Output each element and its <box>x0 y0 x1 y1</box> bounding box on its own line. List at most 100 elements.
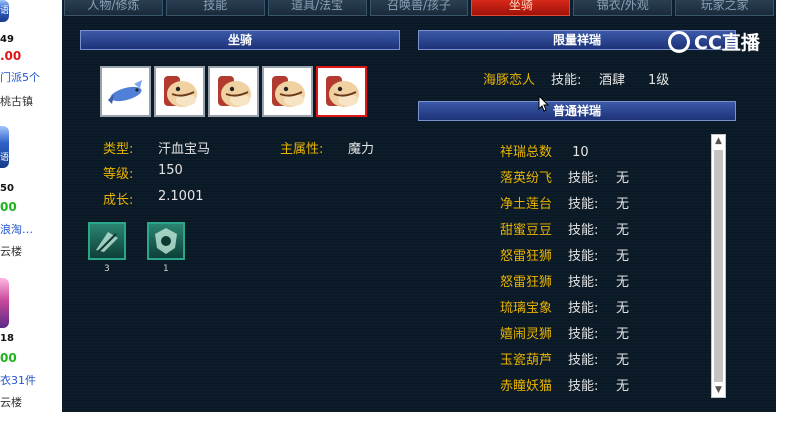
growth-label: 成长: <box>103 193 134 208</box>
item-name: 玉瓷葫芦 <box>500 353 553 368</box>
item-name: 怒雷狂狮 <box>500 275 553 290</box>
growth-value: 2.1001 <box>158 189 204 204</box>
limited-skill-level: 1级 <box>648 73 670 88</box>
item-skill-label: 技能: <box>568 301 599 316</box>
strip-link[interactable]: 门派5个 <box>0 69 40 85</box>
cc-logo-icon <box>668 30 690 53</box>
total-value: 10 <box>572 145 589 160</box>
item-skill-value: 无 <box>616 249 630 264</box>
level-value: 150 <box>158 163 183 178</box>
avatar[interactable] <box>0 278 9 328</box>
list-scrollbar[interactable]: ▲ ▼ <box>711 134 726 398</box>
item-skill-value: 无 <box>616 353 630 368</box>
item-skill-value: 无 <box>616 301 630 316</box>
mount-slots <box>100 66 367 117</box>
left-side-strip: 语 49 .00 门派5个 桃古镇 语 50 00 浪淘… 云楼 18 00 衣… <box>0 0 42 432</box>
avatar-face-label: 语 <box>0 6 10 16</box>
mount-slot-horse[interactable] <box>262 66 313 117</box>
strip-level: 50 <box>0 183 14 194</box>
list-item[interactable]: 怒雷狂狮 技能: 无 <box>500 245 629 264</box>
strip-link[interactable]: 衣31件 <box>0 372 36 388</box>
scroll-down-icon[interactable]: ▼ <box>712 384 725 397</box>
item-skill-label: 技能: <box>568 353 599 368</box>
fish-mount-icon <box>108 80 142 104</box>
item-name: 琉璃宝象 <box>500 301 553 316</box>
type-label: 类型: <box>103 142 134 157</box>
item-skill-value: 无 <box>616 171 630 186</box>
tab-items[interactable]: 道具/法宝 <box>267 0 367 16</box>
tab-character[interactable]: 人物/修炼 <box>64 0 163 16</box>
tab-summons[interactable]: 召唤兽/孩子 <box>369 0 469 16</box>
normal-section-header: 普通祥瑞 <box>418 101 736 121</box>
mount-slot-horse[interactable] <box>208 66 259 117</box>
horse-mount-icon <box>164 76 197 107</box>
type-value: 汗血宝马 <box>158 142 211 157</box>
item-skill-label: 技能: <box>568 197 599 212</box>
item-skill-label: 技能: <box>568 275 599 290</box>
watermark-logo: CC直播 <box>668 28 760 55</box>
mount-section-header: 坐骑 <box>80 30 400 50</box>
strip-level: 18 <box>0 333 14 344</box>
item-name: 净土莲台 <box>500 197 553 212</box>
list-item[interactable]: 甜蜜豆豆 技能: 无 <box>500 219 629 238</box>
level-label: 等级: <box>103 167 134 182</box>
skill-count: 1 <box>163 264 169 274</box>
limited-mount-name: 海豚恋人 <box>483 73 536 88</box>
strip-server: 云楼 <box>0 396 22 409</box>
item-name: 落英纷飞 <box>500 171 553 186</box>
item-skill-value: 无 <box>616 327 630 342</box>
mouse-cursor-icon <box>538 95 550 112</box>
mount-slot-horse-selected[interactable] <box>316 66 367 117</box>
tab-bar: 人物/修炼 技能 道具/法宝 召唤兽/孩子 坐骑 锦衣/外观 玩家之家 <box>62 0 776 16</box>
list-item[interactable]: 赤瞳妖猫 技能: 无 <box>500 375 629 394</box>
mount-slot-fish[interactable] <box>100 66 151 117</box>
shield-skill-icon <box>155 228 177 254</box>
item-name: 赤瞳妖猫 <box>500 379 553 394</box>
list-item[interactable]: 嬉闹灵狮 技能: 无 <box>500 323 629 342</box>
tab-skills[interactable]: 技能 <box>165 0 265 16</box>
item-skill-label: 技能: <box>568 249 599 264</box>
strip-price: 00 <box>0 351 17 365</box>
attribute-value: 魔力 <box>348 142 375 157</box>
list-item[interactable]: 净土莲台 技能: 无 <box>500 193 629 212</box>
total-label: 祥瑞总数 <box>500 145 553 160</box>
strip-price: 00 <box>0 200 17 214</box>
item-name: 甜蜜豆豆 <box>500 223 553 238</box>
horse-mount-icon <box>326 76 359 107</box>
watermark-text: CC直播 <box>694 32 760 54</box>
mount-slot-horse[interactable] <box>154 66 205 117</box>
list-item[interactable]: 玉瓷葫芦 技能: 无 <box>500 349 629 368</box>
item-skill-label: 技能: <box>568 379 599 394</box>
tab-home[interactable]: 玩家之家 <box>675 0 775 16</box>
scroll-up-icon[interactable]: ▲ <box>712 135 725 148</box>
strip-level: 49 <box>0 34 14 45</box>
mount-skill-icon[interactable] <box>147 222 185 260</box>
item-name: 嬉闹灵狮 <box>500 327 553 342</box>
horse-mount-icon <box>218 76 251 107</box>
item-skill-value: 无 <box>616 197 630 212</box>
tab-mounts[interactable]: 坐骑 <box>471 0 571 16</box>
list-item[interactable]: 怒雷狂狮 技能: 无 <box>500 271 629 290</box>
item-skill-value: 无 <box>616 379 630 394</box>
list-item[interactable]: 落英纷飞 技能: 无 <box>500 167 629 186</box>
list-item[interactable]: 琉璃宝象 技能: 无 <box>500 297 629 316</box>
limited-skill-label: 技能: <box>551 73 582 88</box>
tab-appearance[interactable]: 锦衣/外观 <box>573 0 673 16</box>
strip-link[interactable]: 浪淘… <box>0 221 33 237</box>
item-skill-label: 技能: <box>568 223 599 238</box>
item-skill-value: 无 <box>616 275 630 290</box>
item-skill-label: 技能: <box>568 327 599 342</box>
strip-server: 云楼 <box>0 245 22 258</box>
avatar-face-label: 语 <box>0 153 10 163</box>
scroll-thumb[interactable] <box>714 150 723 382</box>
horse-mount-icon <box>272 76 305 107</box>
attribute-label: 主属性: <box>280 142 324 157</box>
item-name: 怒雷狂狮 <box>500 249 553 264</box>
limited-skill-value: 酒肆 <box>599 73 626 88</box>
list-item: 祥瑞总数 10 <box>500 141 589 160</box>
mount-skill-icon[interactable] <box>88 222 126 260</box>
strip-server: 桃古镇 <box>0 95 33 108</box>
item-skill-label: 技能: <box>568 171 599 186</box>
wing-skill-icon <box>96 232 118 253</box>
item-skill-value: 无 <box>616 223 630 238</box>
